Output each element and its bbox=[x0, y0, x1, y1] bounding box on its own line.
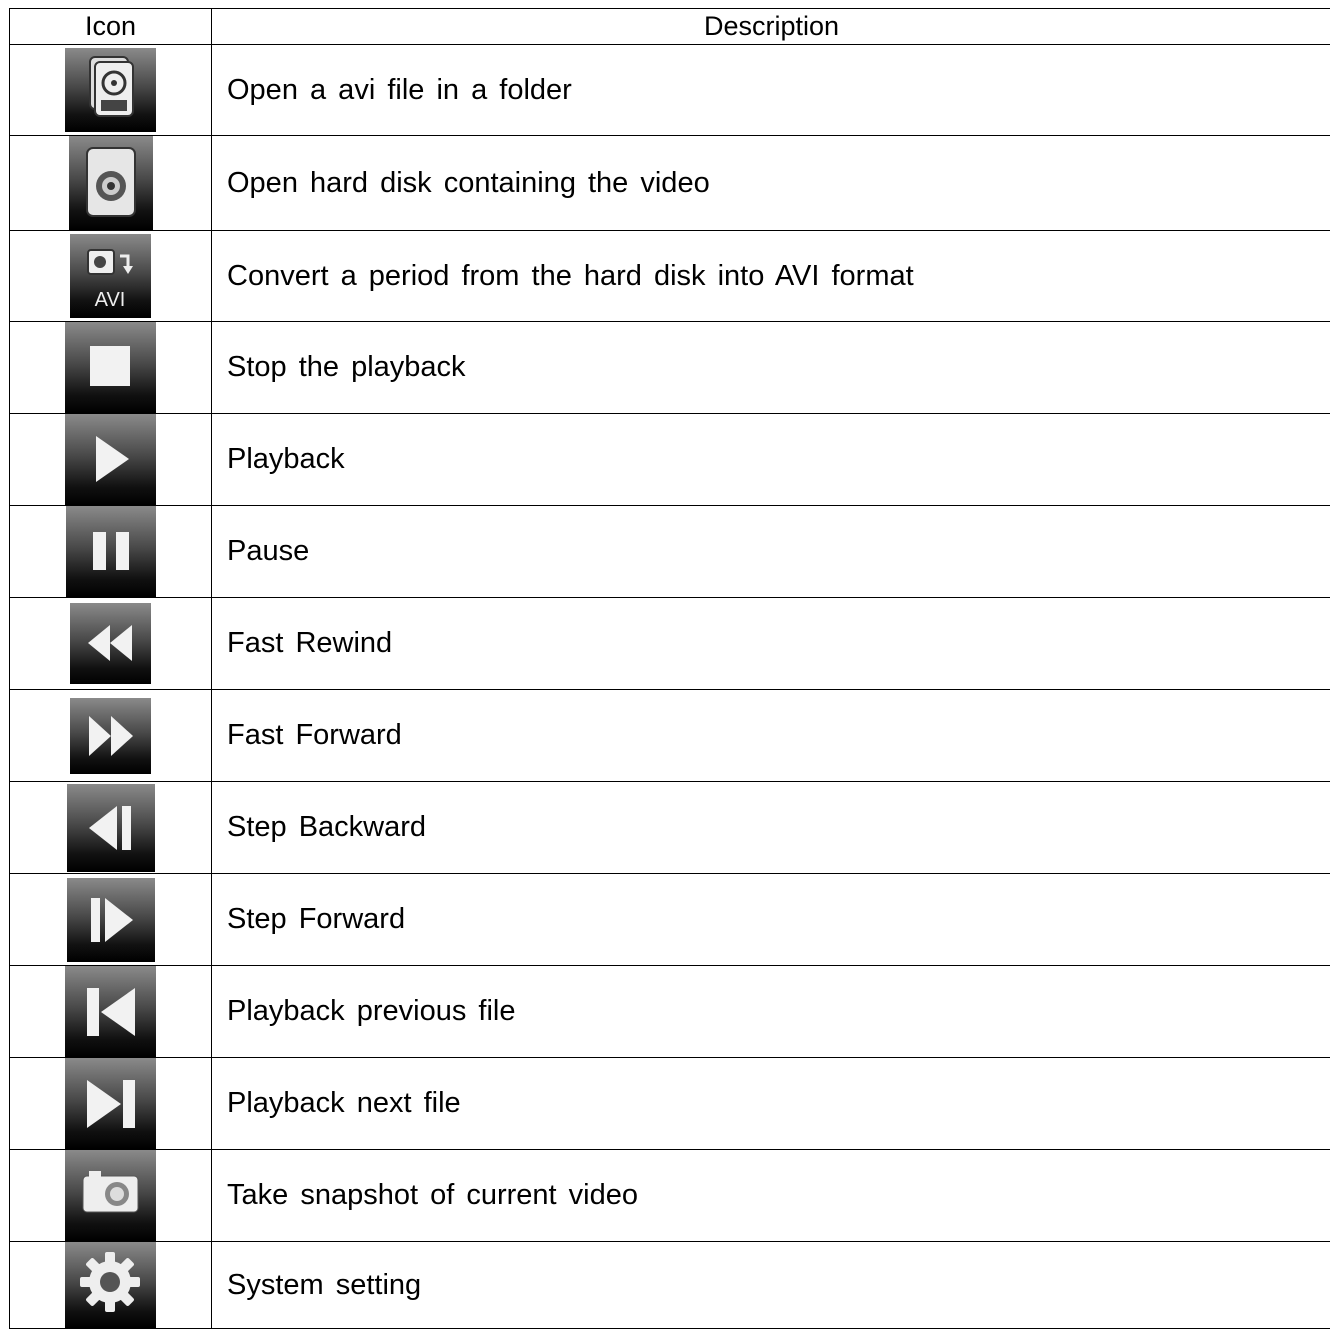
convert-avi-icon-text: AVI bbox=[95, 289, 126, 311]
table-row: Take snapshot of current video bbox=[10, 1150, 1330, 1242]
description-cell: Take snapshot of current video bbox=[227, 1179, 638, 1211]
table-row: System setting bbox=[10, 1242, 1330, 1329]
table-row: Step Backward bbox=[10, 782, 1330, 874]
next-file-icon bbox=[65, 1058, 156, 1149]
description-cell: Playback next file bbox=[227, 1087, 461, 1119]
table-row: Fast Rewind bbox=[10, 598, 1330, 690]
description-cell: Fast Forward bbox=[227, 719, 402, 751]
description-cell: Convert a period from the hard disk into… bbox=[227, 259, 914, 292]
description-cell: System setting bbox=[227, 1268, 422, 1301]
stop-icon bbox=[65, 322, 156, 413]
icon-description-table: Icon Description Open a avi file in a fo… bbox=[9, 8, 1330, 1329]
description-column-header: Description bbox=[703, 11, 840, 41]
step-backward-icon bbox=[66, 783, 155, 872]
fast-forward-icon bbox=[70, 697, 151, 774]
icon-column-header: Icon bbox=[10, 9, 212, 44]
description-cell: Open a avi file in a folder bbox=[227, 73, 572, 106]
table-row: Stop the playback bbox=[10, 322, 1330, 414]
table-row: Pause bbox=[10, 506, 1330, 598]
previous-file-icon bbox=[65, 966, 156, 1057]
description-cell: Step Backward bbox=[227, 811, 427, 843]
table-row: Open hard disk containing the video bbox=[10, 136, 1330, 231]
description-cell: Pause bbox=[227, 535, 310, 567]
convert-avi-icon: AVI bbox=[70, 234, 151, 318]
hard-disk-icon bbox=[68, 136, 153, 230]
description-cell: Playback previous file bbox=[227, 995, 516, 1027]
table-row: Playback previous file bbox=[10, 966, 1330, 1058]
play-icon bbox=[65, 414, 156, 505]
table-row: Open a avi file in a folder bbox=[10, 45, 1330, 136]
table-row: AVI Convert a period from the hard disk … bbox=[10, 231, 1330, 322]
description-cell: Playback bbox=[227, 443, 345, 475]
settings-gear-icon bbox=[65, 1242, 156, 1328]
description-cell: Step Forward bbox=[227, 903, 406, 935]
description-cell: Fast Rewind bbox=[227, 627, 393, 659]
avi-file-icon bbox=[65, 48, 156, 132]
step-forward-icon bbox=[66, 877, 155, 962]
table-header-row: Icon Description bbox=[10, 9, 1330, 45]
snapshot-icon bbox=[65, 1150, 156, 1241]
fast-rewind-icon bbox=[70, 603, 151, 684]
table-row: Playback next file bbox=[10, 1058, 1330, 1150]
table-row: Playback bbox=[10, 414, 1330, 506]
pause-icon bbox=[65, 506, 156, 597]
table-row: Step Forward bbox=[10, 874, 1330, 966]
table-row: Fast Forward bbox=[10, 690, 1330, 782]
description-cell: Open hard disk containing the video bbox=[227, 166, 710, 199]
description-cell: Stop the playback bbox=[227, 351, 466, 383]
